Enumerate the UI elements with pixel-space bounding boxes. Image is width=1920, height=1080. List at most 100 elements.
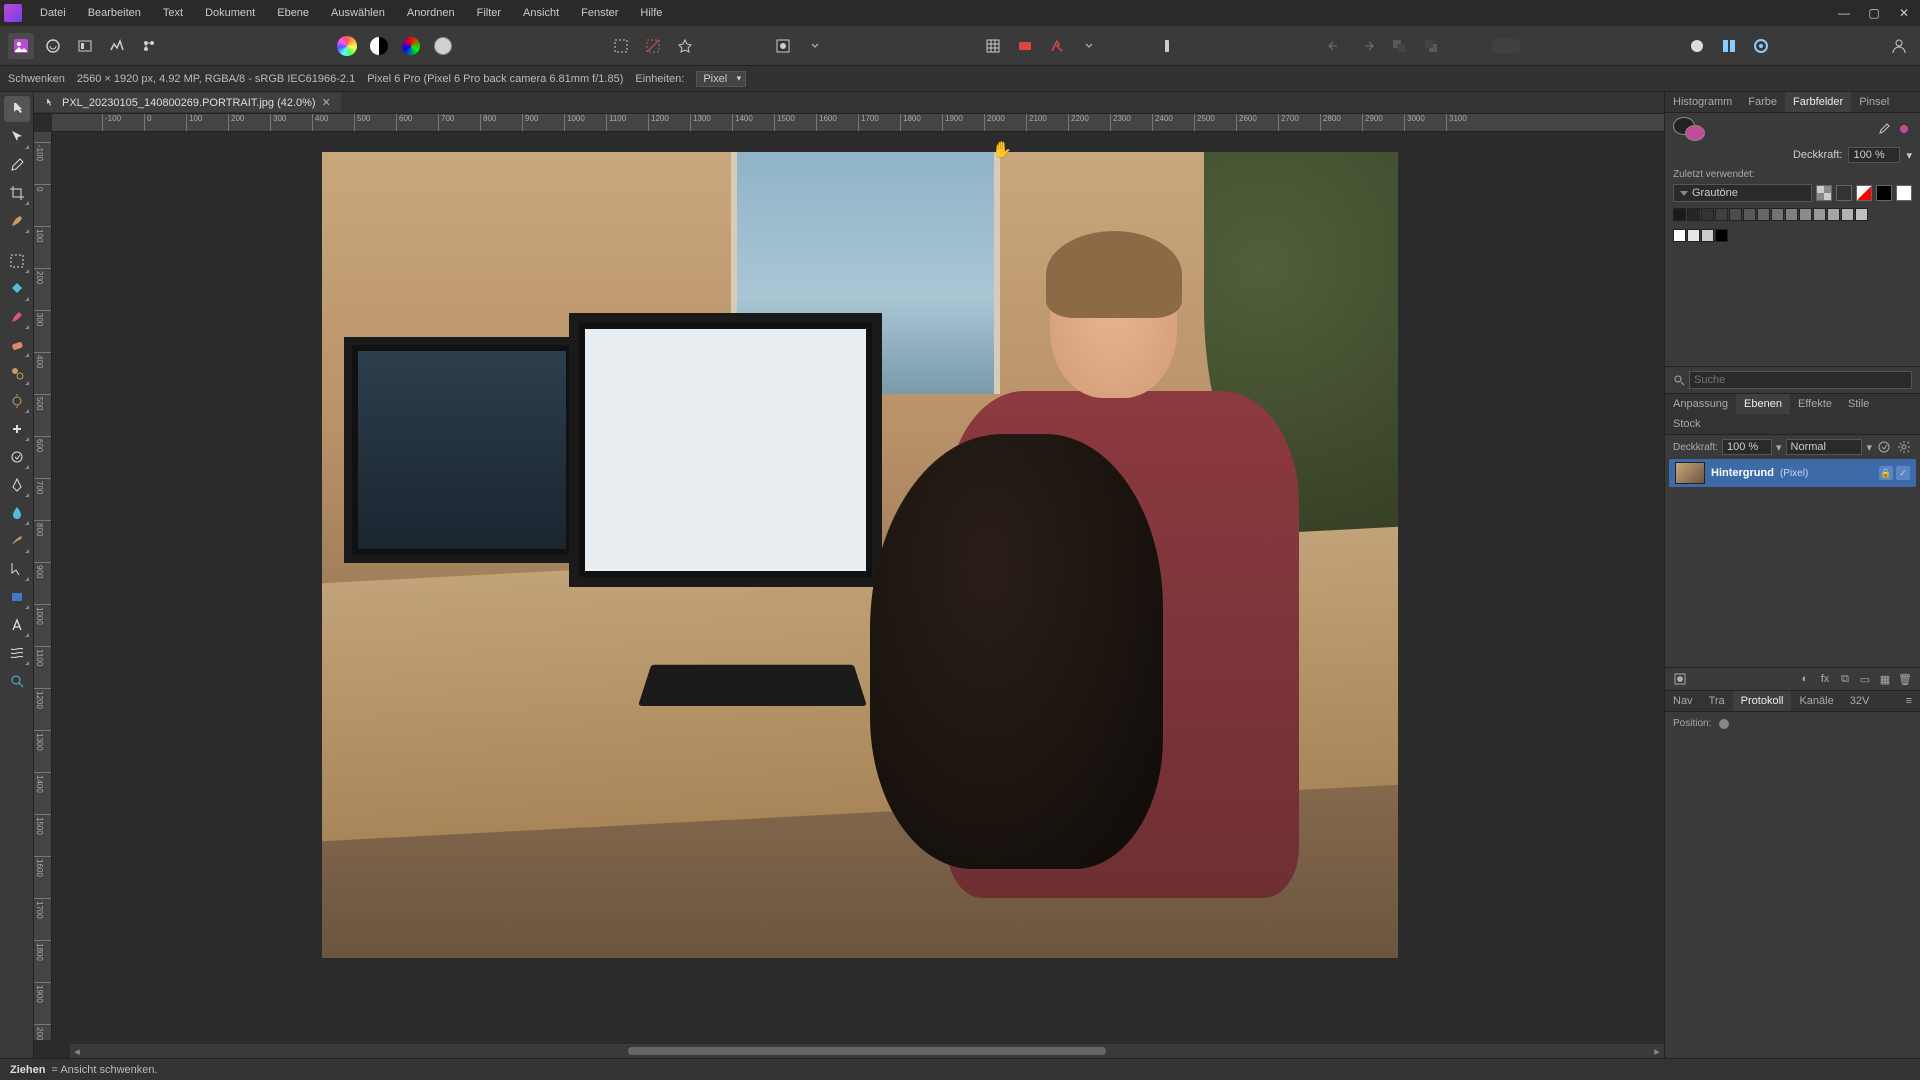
view-tool[interactable] — [4, 96, 30, 122]
swatch-color[interactable] — [1701, 229, 1714, 242]
arrange-back-button[interactable] — [1386, 33, 1412, 59]
swatch-color[interactable] — [1687, 229, 1700, 242]
tab-stile[interactable]: Stile — [1840, 394, 1877, 414]
image-canvas[interactable] — [322, 152, 1398, 958]
tab-farbe[interactable]: Farbe — [1740, 92, 1785, 112]
tab-ebenen[interactable]: Ebenen — [1736, 394, 1790, 414]
redo-button[interactable] — [1354, 33, 1380, 59]
swatch-none-button[interactable] — [1856, 185, 1872, 201]
layer-live-filter-button[interactable]: ⧉ — [1836, 671, 1854, 687]
export-persona-button[interactable] — [136, 33, 162, 59]
swatch-color[interactable] — [1687, 208, 1700, 221]
layer-adjustment-button[interactable]: ◐ — [1796, 671, 1814, 687]
add-swatch-icon[interactable] — [1896, 121, 1912, 137]
layer-opacity-dropdown[interactable]: ▾ — [1776, 441, 1782, 454]
tab-protokoll[interactable]: Protokoll — [1733, 691, 1792, 711]
swatch-color[interactable] — [1757, 208, 1770, 221]
swatch-color[interactable] — [1785, 208, 1798, 221]
document-tab[interactable]: PXL_20230105_140800269.PORTRAIT.jpg (42.… — [34, 93, 341, 112]
swatch-opacity-dropdown[interactable]: ▾ — [1906, 149, 1912, 162]
smudge-brush-tool[interactable] — [4, 528, 30, 554]
tab-stock[interactable]: Stock — [1665, 414, 1709, 434]
crop-commit-button[interactable] — [1486, 33, 1526, 59]
menu-filter[interactable]: Filter — [467, 3, 511, 23]
swatch-set-select[interactable]: Grautöne — [1673, 184, 1812, 202]
tab-kanaele[interactable]: Kanäle — [1791, 691, 1841, 711]
history-position-slider[interactable] — [1719, 719, 1729, 729]
menu-hilfe[interactable]: Hilfe — [630, 3, 672, 23]
swatch-color[interactable] — [1799, 208, 1812, 221]
layer-add-pixel-button[interactable]: ▦ — [1876, 671, 1894, 687]
swatch-color[interactable] — [1673, 208, 1686, 221]
layer-delete-button[interactable]: 🗑 — [1896, 671, 1914, 687]
info-button[interactable] — [1154, 33, 1180, 59]
tone-map-persona-button[interactable] — [104, 33, 130, 59]
selection-marquee-button[interactable] — [608, 33, 634, 59]
flood-select-tool[interactable] — [4, 276, 30, 302]
studio-toggle-button[interactable] — [1716, 33, 1742, 59]
swatch-color[interactable] — [1673, 229, 1686, 242]
photo-persona-button[interactable] — [8, 33, 34, 59]
swatch-color[interactable] — [1855, 208, 1868, 221]
layer-cog-icon[interactable] — [1896, 439, 1912, 455]
quick-mask-button[interactable] — [770, 33, 796, 59]
swatch-grid-button[interactable] — [1816, 185, 1832, 201]
text-tool[interactable] — [4, 612, 30, 638]
crop-tool[interactable] — [4, 180, 30, 206]
mesh-warp-tool[interactable] — [4, 640, 30, 666]
swatch-color[interactable] — [1813, 208, 1826, 221]
swatch-color[interactable] — [1729, 208, 1742, 221]
dodge-brush-tool[interactable] — [4, 388, 30, 414]
selection-brush-tool[interactable] — [4, 208, 30, 234]
scroll-right-arrow[interactable]: ▸ — [1650, 1045, 1664, 1058]
eyedropper-icon[interactable] — [1876, 121, 1892, 137]
layer-opacity-input[interactable]: 100 % — [1722, 439, 1772, 455]
panel-menu-button[interactable]: ≡ — [1898, 691, 1920, 711]
liquify-persona-button[interactable] — [40, 33, 66, 59]
layer-row-background[interactable]: Hintergrund (Pixel) 🔒 ✓ — [1669, 459, 1916, 487]
blend-mode-select[interactable]: Normal — [1786, 439, 1863, 455]
window-close-button[interactable]: ✕ — [1892, 3, 1916, 23]
preview-button[interactable] — [1748, 33, 1774, 59]
horizontal-scrollbar[interactable]: ◂ ▸ — [70, 1044, 1664, 1058]
tab-anpassung[interactable]: Anpassung — [1665, 394, 1736, 414]
pen-tool[interactable] — [4, 472, 30, 498]
swatch-opacity-input[interactable]: 100 % — [1848, 147, 1900, 163]
help-circle-button[interactable] — [1684, 33, 1710, 59]
blend-mode-dropdown[interactable]: ▾ — [1866, 441, 1872, 454]
layer-group-button[interactable]: ▭ — [1856, 671, 1874, 687]
foreground-background-swatch[interactable] — [1673, 117, 1705, 141]
tab-effekte[interactable]: Effekte — [1790, 394, 1840, 414]
horizontal-ruler[interactable]: -100010020030040050060070080090010001100… — [52, 114, 1664, 132]
units-select[interactable]: Pixel — [696, 71, 746, 87]
swatch-color[interactable] — [1827, 208, 1840, 221]
develop-persona-button[interactable] — [72, 33, 98, 59]
menu-auswaehlen[interactable]: Auswählen — [321, 3, 395, 23]
grid-toggle-button[interactable] — [980, 33, 1006, 59]
autocorrect-button[interactable] — [1044, 33, 1070, 59]
tab-nav[interactable]: Nav — [1665, 691, 1701, 711]
layer-visible-icon[interactable]: ✓ — [1896, 466, 1910, 480]
selection-deselect-button[interactable] — [640, 33, 666, 59]
color-format-cmyk-button[interactable] — [430, 33, 456, 59]
menu-fenster[interactable]: Fenster — [571, 3, 628, 23]
selection-refine-button[interactable] — [672, 33, 698, 59]
swatch-black-button[interactable] — [1876, 185, 1892, 201]
blur-brush-tool[interactable] — [4, 500, 30, 526]
healing-brush-tool[interactable] — [4, 416, 30, 442]
tab-pinsel[interactable]: Pinsel — [1851, 92, 1897, 112]
swatch-color[interactable] — [1841, 208, 1854, 221]
inpainting-tool[interactable] — [4, 444, 30, 470]
window-maximize-button[interactable]: ▢ — [1862, 3, 1886, 23]
tab-tra[interactable]: Tra — [1701, 691, 1733, 711]
swatch-color[interactable] — [1715, 229, 1728, 242]
window-minimize-button[interactable]: — — [1832, 3, 1856, 23]
layer-lock-icon[interactable]: 🔒 — [1879, 466, 1893, 480]
menu-bearbeiten[interactable]: Bearbeiten — [78, 3, 151, 23]
swatch-color[interactable] — [1771, 208, 1784, 221]
quick-mask-dropdown[interactable] — [802, 33, 828, 59]
menu-text[interactable]: Text — [153, 3, 193, 23]
clone-brush-tool[interactable] — [4, 360, 30, 386]
vertical-ruler[interactable]: -100010020030040050060070080090010001100… — [34, 132, 52, 1040]
search-input[interactable] — [1689, 371, 1912, 389]
